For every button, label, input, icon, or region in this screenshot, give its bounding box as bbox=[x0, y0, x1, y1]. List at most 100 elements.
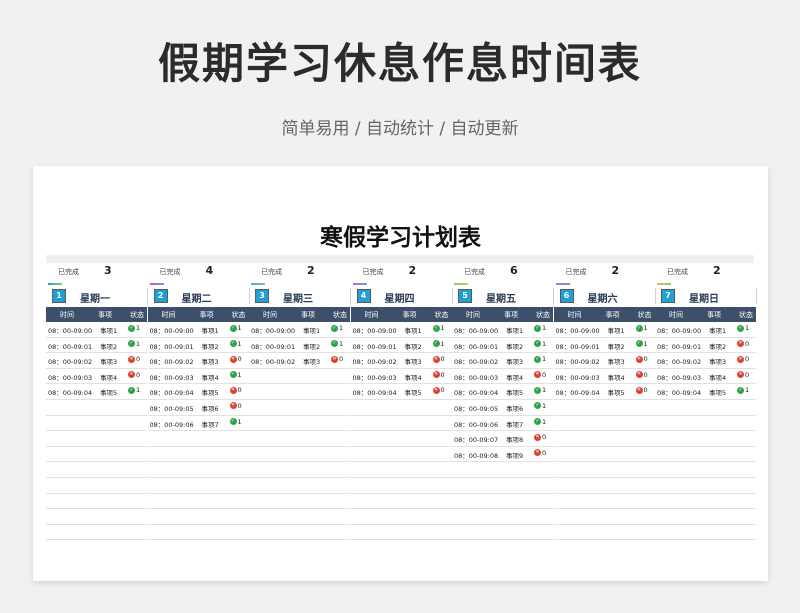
row-status[interactable]: ✕ 0 bbox=[229, 402, 242, 410]
empty-row[interactable] bbox=[46, 494, 147, 510]
empty-row[interactable] bbox=[553, 400, 655, 416]
empty-row[interactable] bbox=[249, 384, 350, 400]
table-row[interactable]: 08：00-09:04 事项5 ✕ 0 bbox=[553, 384, 655, 400]
table-row[interactable]: 08：00-09:01 事项2 ✓ 1 bbox=[249, 338, 350, 354]
row-status[interactable]: ✕ 0 bbox=[534, 433, 546, 441]
empty-row[interactable] bbox=[249, 400, 350, 416]
table-row[interactable]: 08：00-09:04 事项5 ✕ 0 bbox=[147, 384, 249, 400]
empty-row[interactable] bbox=[655, 494, 756, 510]
empty-row[interactable] bbox=[553, 478, 655, 494]
empty-row[interactable] bbox=[655, 478, 756, 494]
table-row[interactable]: 08：00-09:06 事项7 ✓ 1 bbox=[452, 416, 553, 432]
row-status[interactable]: ✕ 0 bbox=[432, 371, 445, 379]
day-header[interactable]: 7 星期日 bbox=[655, 288, 757, 305]
empty-row[interactable] bbox=[553, 525, 655, 541]
empty-row[interactable] bbox=[249, 494, 350, 510]
table-row[interactable]: 08：00-09:03 事项4 ✕ 0 bbox=[452, 369, 553, 385]
empty-row[interactable] bbox=[452, 494, 553, 510]
empty-row[interactable] bbox=[452, 509, 553, 525]
empty-row[interactable] bbox=[655, 525, 756, 541]
row-status[interactable]: ✓ 1 bbox=[331, 340, 343, 348]
empty-row[interactable] bbox=[655, 400, 756, 416]
table-row[interactable]: 08：00-09:01 事项2 ✕ 0 bbox=[655, 338, 756, 354]
row-status[interactable]: ✕ 0 bbox=[635, 371, 648, 379]
row-status[interactable]: ✓ 1 bbox=[534, 386, 546, 394]
empty-row[interactable] bbox=[46, 478, 147, 494]
empty-row[interactable] bbox=[350, 431, 452, 447]
row-status[interactable]: ✕ 0 bbox=[534, 449, 546, 457]
row-status[interactable]: ✕ 0 bbox=[534, 371, 546, 379]
table-row[interactable]: 08：00-09:04 事项5 ✓ 1 bbox=[46, 384, 147, 400]
empty-row[interactable] bbox=[46, 447, 147, 463]
table-row[interactable]: 08：00-09:05 事项6 ✕ 0 bbox=[147, 400, 249, 416]
empty-row[interactable] bbox=[249, 369, 350, 385]
row-status[interactable]: ✕ 0 bbox=[432, 386, 445, 394]
table-row[interactable]: 08：00-09:00 事项1 ✓ 1 bbox=[553, 322, 655, 338]
day-header[interactable]: 3 星期三 bbox=[249, 288, 351, 305]
table-row[interactable]: 08：00-09:02 事项3 ✕ 0 bbox=[46, 353, 147, 369]
empty-row[interactable] bbox=[46, 525, 147, 541]
row-status[interactable]: ✕ 0 bbox=[331, 355, 343, 363]
table-row[interactable]: 08：00-09:08 事项9 ✕ 0 bbox=[452, 447, 553, 463]
row-status[interactable]: ✓ 1 bbox=[331, 324, 343, 332]
empty-row[interactable] bbox=[46, 400, 147, 416]
table-row[interactable]: 08：00-09:03 事项4 ✕ 0 bbox=[655, 369, 756, 385]
empty-row[interactable] bbox=[553, 462, 655, 478]
empty-row[interactable] bbox=[147, 478, 249, 494]
empty-row[interactable] bbox=[350, 462, 452, 478]
row-status[interactable]: ✕ 0 bbox=[432, 355, 445, 363]
row-status[interactable]: ✕ 0 bbox=[229, 355, 242, 363]
empty-row[interactable] bbox=[350, 400, 452, 416]
empty-row[interactable] bbox=[553, 431, 655, 447]
empty-row[interactable] bbox=[350, 447, 452, 463]
row-status[interactable]: ✕ 0 bbox=[128, 355, 140, 363]
table-row[interactable]: 08：00-09:02 事项3 ✕ 0 bbox=[350, 353, 452, 369]
empty-row[interactable] bbox=[249, 447, 350, 463]
empty-row[interactable] bbox=[46, 509, 147, 525]
table-row[interactable]: 08：00-09:04 事项5 ✕ 0 bbox=[350, 384, 452, 400]
table-row[interactable]: 08：00-09:00 事项1 ✓ 1 bbox=[452, 322, 553, 338]
empty-row[interactable] bbox=[553, 509, 655, 525]
day-header[interactable]: 4 星期四 bbox=[351, 288, 453, 305]
table-row[interactable]: 08：00-09:01 事项2 ✓ 1 bbox=[553, 338, 655, 354]
empty-row[interactable] bbox=[655, 416, 756, 432]
empty-row[interactable] bbox=[249, 509, 350, 525]
row-status[interactable]: ✓ 1 bbox=[635, 340, 648, 348]
empty-row[interactable] bbox=[350, 509, 452, 525]
empty-row[interactable] bbox=[249, 416, 350, 432]
empty-row[interactable] bbox=[147, 525, 249, 541]
empty-row[interactable] bbox=[46, 416, 147, 432]
table-row[interactable]: 08：00-09:02 事项3 ✕ 0 bbox=[147, 353, 249, 369]
row-status[interactable]: ✓ 1 bbox=[534, 324, 546, 332]
row-status[interactable]: ✓ 1 bbox=[534, 340, 546, 348]
table-row[interactable]: 08：00-09:02 事项3 ✓ 1 bbox=[452, 353, 553, 369]
row-status[interactable]: ✓ 1 bbox=[737, 324, 749, 332]
row-status[interactable]: ✓ 1 bbox=[128, 340, 140, 348]
empty-row[interactable] bbox=[249, 478, 350, 494]
empty-row[interactable] bbox=[350, 478, 452, 494]
row-status[interactable]: ✕ 0 bbox=[635, 355, 648, 363]
table-row[interactable]: 08：00-09:00 事项1 ✓ 1 bbox=[147, 322, 249, 338]
table-row[interactable]: 08：00-09:01 事项2 ✓ 1 bbox=[46, 338, 147, 354]
table-row[interactable]: 08：00-09:01 事项2 ✓ 1 bbox=[147, 338, 249, 354]
row-status[interactable]: ✓ 1 bbox=[534, 402, 546, 410]
day-header[interactable]: 2 星期二 bbox=[148, 288, 250, 305]
row-status[interactable]: ✕ 0 bbox=[128, 371, 140, 379]
day-header[interactable]: 6 星期六 bbox=[554, 288, 656, 305]
row-status[interactable]: ✕ 0 bbox=[229, 386, 242, 394]
empty-row[interactable] bbox=[350, 494, 452, 510]
table-row[interactable]: 08：00-09:02 事项3 ✕ 0 bbox=[553, 353, 655, 369]
empty-row[interactable] bbox=[249, 462, 350, 478]
row-status[interactable]: ✓ 1 bbox=[534, 418, 546, 426]
table-row[interactable]: 08：00-09:00 事项1 ✓ 1 bbox=[249, 322, 350, 338]
table-row[interactable]: 08：00-09:04 事项5 ✓ 1 bbox=[655, 384, 756, 400]
table-row[interactable]: 08：00-09:07 事项8 ✕ 0 bbox=[452, 431, 553, 447]
table-row[interactable]: 08：00-09:00 事项1 ✓ 1 bbox=[655, 322, 756, 338]
empty-row[interactable] bbox=[655, 462, 756, 478]
table-row[interactable]: 08：00-09:03 事项4 ✕ 0 bbox=[46, 369, 147, 385]
empty-row[interactable] bbox=[147, 494, 249, 510]
table-row[interactable]: 08：00-09:01 事项2 ✓ 1 bbox=[350, 338, 452, 354]
table-row[interactable]: 08：00-09:00 事项1 ✓ 1 bbox=[350, 322, 452, 338]
empty-row[interactable] bbox=[553, 494, 655, 510]
table-row[interactable]: 08：00-09:04 事项5 ✓ 1 bbox=[452, 384, 553, 400]
